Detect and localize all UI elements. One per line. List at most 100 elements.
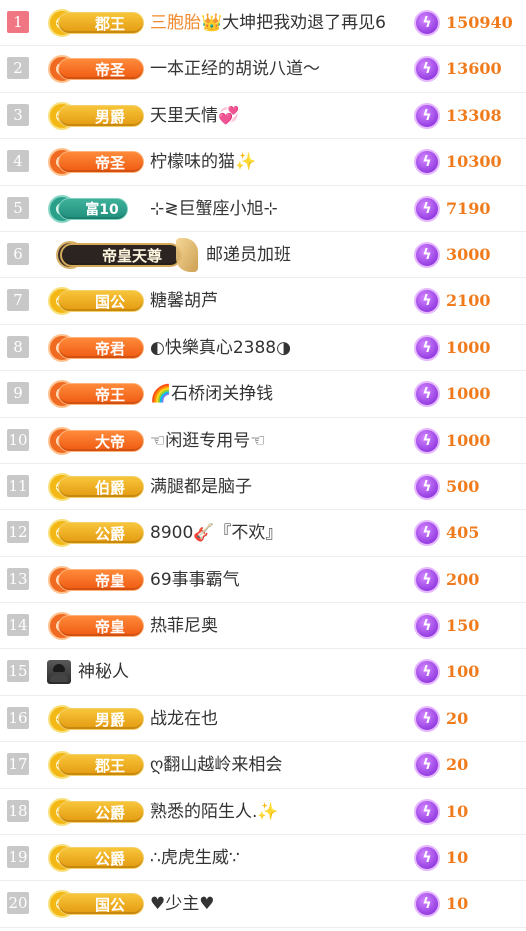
rank-title-badge: ◆公爵 xyxy=(48,519,144,548)
contribution-score: 3000 xyxy=(446,244,491,264)
rank-title-badge: ◆男爵 xyxy=(48,704,144,733)
badge-label: 公爵 xyxy=(58,800,144,823)
contribution-score: 150940 xyxy=(446,13,513,32)
rank-title-badge: ◆公爵 xyxy=(48,844,144,873)
user-nickname[interactable]: 8900🎸『不欢』 xyxy=(150,510,282,556)
rank-number: 1 xyxy=(7,11,29,33)
badge-label: 郡王 xyxy=(58,754,144,777)
user-nickname[interactable]: 满腿都是脑子 xyxy=(150,464,252,510)
user-nickname[interactable]: ◐快樂真心2388◑ xyxy=(150,325,291,371)
nickname-text: ⊹≷巨蟹座小旭⊹ xyxy=(150,198,278,219)
ranking-row[interactable]: 5 ▲富10 ⊹≷巨蟹座小旭⊹ ϟ 7190 xyxy=(0,186,526,232)
user-nickname[interactable]: ⊹≷巨蟹座小旭⊹ xyxy=(150,186,278,232)
lightning-bolt-icon: ϟ xyxy=(414,613,440,640)
nickname-text: 69事事霸气 xyxy=(150,569,240,590)
ranking-row[interactable]: 20 ◆国公 ♥少主♥ ϟ 10 xyxy=(0,881,526,928)
lightning-bolt-icon: ϟ xyxy=(414,705,440,732)
rank-title-badge: ◆郡王 xyxy=(48,751,144,780)
nickname-text: 8900🎸『不欢』 xyxy=(150,523,283,544)
rank-title-badge: ♛帝圣 xyxy=(48,148,144,177)
user-nickname[interactable]: 🌈石桥闭关挣钱 xyxy=(150,371,273,417)
crown-icon: 👑 xyxy=(201,13,223,33)
user-nickname[interactable]: 69事事霸气 xyxy=(150,557,240,603)
mystery-avatar-icon xyxy=(47,660,71,685)
rank-title-badge: ◆国公 xyxy=(48,890,144,919)
ranking-row[interactable]: 6 ★帝皇天尊邮递员加班 ϟ 3000 xyxy=(0,232,526,279)
badge-label: 帝王 xyxy=(58,383,144,406)
ranking-row[interactable]: 2 ♛帝圣一本正经的胡说八道～ ϟ 13600 xyxy=(0,46,526,93)
ranking-row[interactable]: 19 ◆公爵 ∴虎虎生威∵ ϟ 10 xyxy=(0,835,526,882)
contribution-score: 20 xyxy=(446,755,469,775)
lightning-bolt-icon: ϟ xyxy=(414,288,440,315)
user-nickname[interactable]: ∴虎虎生威∵ xyxy=(150,835,240,881)
rank-title-badge: ♛帝皇 xyxy=(48,612,144,641)
contribution-score: 405 xyxy=(446,523,480,543)
user-nickname[interactable]: ღ翻山越岭来相会 xyxy=(150,742,282,788)
user-nickname[interactable]: 战龙在也 xyxy=(150,696,218,742)
ranking-row[interactable]: 7 ◆国公糖馨胡芦 ϟ 2100 xyxy=(0,278,526,325)
badge-label: 公爵 xyxy=(58,847,144,870)
user-nickname[interactable]: 邮递员加班 xyxy=(206,232,291,278)
lightning-bolt-icon: ϟ xyxy=(414,520,440,547)
user-nickname[interactable]: 熟悉的陌生人.✨ xyxy=(150,789,279,835)
ranking-row[interactable]: 3 ◆男爵天里夭情💞 ϟ 13308 xyxy=(0,93,526,140)
badge-label: 帝圣 xyxy=(58,58,144,81)
contribution-score: 500 xyxy=(446,476,480,496)
nickname-text: 大坤把我劝退了再见6 xyxy=(222,13,386,33)
contribution-score: 2100 xyxy=(446,291,491,311)
lightning-bolt-icon: ϟ xyxy=(414,427,440,454)
ranking-row[interactable]: 14 ♛帝皇热菲尼奥 ϟ 150 xyxy=(0,603,526,650)
ranking-row[interactable]: 10 ♛大帝 ☜闲逛专用号☜ ϟ 1000 xyxy=(0,418,526,464)
nickname-text: 柠檬味的猫✨ xyxy=(150,152,257,173)
user-nickname[interactable]: 三胞胎👑大坤把我劝退了再见6 xyxy=(150,0,386,46)
lightning-bolt-icon: ϟ xyxy=(414,334,440,361)
nickname-text: 战龙在也 xyxy=(150,708,218,729)
ranking-row[interactable]: 8 ♛帝君 ◐快樂真心2388◑ ϟ 1000 xyxy=(0,325,526,372)
badge-label: 国公 xyxy=(58,290,144,313)
ranking-row[interactable]: 9 ♛帝王 🌈石桥闭关挣钱 ϟ 1000 xyxy=(0,371,526,418)
user-nickname[interactable]: 糖馨胡芦 xyxy=(150,278,218,324)
user-nickname[interactable]: ☜闲逛专用号☜ xyxy=(150,418,265,464)
lightning-bolt-icon: ϟ xyxy=(414,102,440,129)
user-nickname[interactable]: 一本正经的胡说八道～ xyxy=(150,46,320,92)
lightning-bolt-icon: ϟ xyxy=(414,473,440,500)
ranking-row[interactable]: 11 ◆伯爵满腿都是脑子 ϟ 500 xyxy=(0,464,526,511)
contribution-score: 150 xyxy=(446,616,480,636)
rank-title-badge: ♛帝君 xyxy=(48,333,144,362)
contribution-score: 13308 xyxy=(446,105,502,125)
ranking-row[interactable]: 18 ◆公爵熟悉的陌生人.✨ ϟ 10 xyxy=(0,789,526,836)
nickname-text: ♥少主♥ xyxy=(150,894,215,915)
user-nickname[interactable]: 柠檬味的猫✨ xyxy=(150,139,256,185)
ranking-row[interactable]: 15 神秘人 ϟ 100 xyxy=(0,649,526,696)
nickname-text: 🌈石桥闭关挣钱 xyxy=(150,384,274,405)
rank-number: 3 xyxy=(7,103,29,126)
rank-number: 13 xyxy=(7,567,29,590)
user-nickname[interactable]: 热菲尼奥 xyxy=(150,603,218,649)
ranking-row[interactable]: 4 ♛帝圣柠檬味的猫✨ ϟ 10300 xyxy=(0,139,526,186)
ranking-row[interactable]: 13 ♛帝皇 69事事霸气 ϟ 200 xyxy=(0,557,526,604)
ranking-row[interactable]: 16 ◆男爵战龙在也 ϟ 20 xyxy=(0,696,526,743)
badge-label: 帝皇 xyxy=(58,615,144,638)
ranking-row[interactable]: 12 ◆公爵 8900🎸『不欢』 ϟ 405 xyxy=(0,510,526,557)
badge-label: 公爵 xyxy=(58,522,144,545)
nickname-text: ☜闲逛专用号☜ xyxy=(150,430,266,451)
rank-number: 6 xyxy=(7,242,29,265)
rank-title-badge: ◆男爵 xyxy=(48,101,144,130)
rank-title-badge: ♛帝圣 xyxy=(48,55,144,84)
lightning-bolt-icon: ϟ xyxy=(414,241,440,268)
badge-label: 男爵 xyxy=(58,707,144,730)
nickname-text: 天里夭情💞 xyxy=(150,105,240,126)
ranking-row[interactable]: 17 ◆郡王 ღ翻山越岭来相会 ϟ 20 xyxy=(0,742,526,789)
contribution-score: 200 xyxy=(446,569,480,589)
ranking-row[interactable]: 1 ◆郡王三胞胎👑大坤把我劝退了再见6 ϟ 150940 xyxy=(0,0,526,47)
lightning-bolt-icon: ϟ xyxy=(414,381,440,408)
badge-label: 郡王 xyxy=(58,12,144,34)
rank-title-badge: ♛大帝 xyxy=(48,426,144,455)
nickname-text: ∴虎虎生威∵ xyxy=(150,848,240,869)
badge-label: 大帝 xyxy=(58,429,144,452)
user-nickname[interactable]: ♥少主♥ xyxy=(150,881,214,927)
user-nickname[interactable]: 神秘人 xyxy=(78,649,129,695)
user-nickname[interactable]: 天里夭情💞 xyxy=(150,93,239,139)
contribution-score: 1000 xyxy=(446,430,491,450)
contribution-score: 10 xyxy=(446,801,469,821)
